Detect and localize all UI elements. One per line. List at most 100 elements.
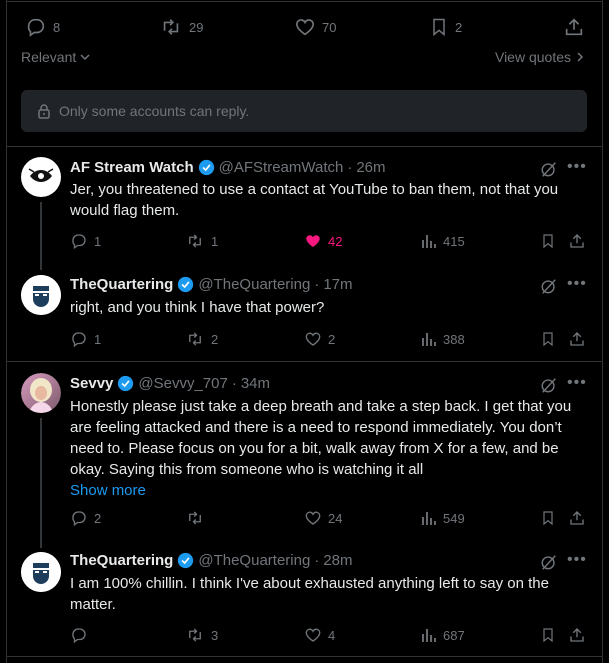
heart-icon: [304, 330, 322, 348]
timestamp[interactable]: 28m: [323, 552, 352, 569]
like-count: 2: [328, 331, 336, 347]
bookmark-icon[interactable]: [540, 232, 556, 250]
share-icon[interactable]: [568, 330, 586, 348]
tweet-line: Jer, you threatened to use a contact at …: [70, 181, 559, 198]
timestamp[interactable]: 34m: [241, 375, 270, 392]
reply-icon: [70, 626, 88, 644]
repost-icon: [159, 16, 183, 38]
views-action[interactable]: 415: [421, 232, 465, 250]
avatar[interactable]: [21, 373, 61, 413]
repost-action[interactable]: 1: [185, 232, 218, 250]
verified-badge-icon: [117, 375, 134, 392]
verified-badge-icon: [177, 276, 194, 293]
reply-restriction-banner: Only some accounts can reply.: [21, 90, 587, 132]
repost-icon: [185, 626, 205, 644]
bookmark-icon[interactable]: [540, 330, 556, 348]
share-icon[interactable]: [568, 509, 586, 527]
reply-action[interactable]: 1: [70, 330, 101, 348]
avatar[interactable]: [21, 552, 61, 592]
more-options-icon[interactable]: •••: [567, 374, 587, 392]
like-action[interactable]: 70: [294, 16, 336, 38]
repost-action[interactable]: 3: [185, 626, 218, 644]
tweet-line: Honestly please just take a deep breath …: [70, 398, 572, 415]
like-action[interactable]: 2: [304, 330, 335, 348]
tweet-header: AF Stream Watch @AFStreamWatch · 26m: [70, 159, 386, 176]
author-handle[interactable]: @AFStreamWatch: [219, 159, 344, 176]
author-name[interactable]: AF Stream Watch: [70, 159, 194, 176]
views-action[interactable]: 687: [421, 626, 465, 644]
tweet-header: TheQuartering @TheQuartering · 17m: [70, 276, 353, 293]
more-options-icon[interactable]: •••: [567, 551, 587, 569]
like-action[interactable]: 42: [304, 232, 342, 250]
avatar[interactable]: [21, 275, 61, 315]
heart-icon: [304, 626, 322, 644]
bookmark-count: 2: [455, 19, 463, 35]
grok-icon[interactable]: [540, 160, 558, 178]
repost-icon: [185, 509, 205, 527]
views-count: 549: [443, 510, 465, 526]
verified-badge-icon: [198, 159, 215, 176]
sort-dropdown[interactable]: Relevant: [21, 49, 91, 65]
separator-dot: ·: [347, 159, 353, 176]
grok-icon[interactable]: [540, 376, 558, 394]
tweet-line: would flag them.: [70, 202, 180, 219]
sort-label: Relevant: [21, 49, 77, 65]
reply-count: 8: [53, 19, 61, 35]
bookmark-icon: [429, 16, 449, 38]
grok-icon[interactable]: [540, 277, 558, 295]
tweet-line: are feeling attacked and there is a need…: [70, 419, 562, 436]
more-options-icon[interactable]: •••: [567, 275, 587, 293]
repost-count: 2: [211, 331, 219, 347]
share-icon[interactable]: [568, 626, 586, 644]
tweet-text: I am 100% chillin. I think I've about ex…: [70, 573, 590, 615]
avatar[interactable]: [21, 157, 61, 197]
share-icon[interactable]: [568, 232, 586, 250]
author-handle[interactable]: @Sevvy_707: [138, 375, 227, 392]
thread-divider: [7, 361, 602, 362]
repost-action[interactable]: 29: [159, 16, 203, 38]
tweet-text: Jer, you threatened to use a contact at …: [70, 179, 590, 221]
tweet-line: right, and you think I have that power?: [70, 299, 325, 316]
grok-icon[interactable]: [540, 553, 558, 571]
reply-action[interactable]: [70, 626, 94, 644]
repost-icon: [185, 232, 205, 250]
timestamp[interactable]: 17m: [323, 276, 352, 293]
tweet-header: TheQuartering @TheQuartering · 28m: [70, 552, 353, 569]
like-action[interactable]: 4: [304, 626, 335, 644]
author-handle[interactable]: @TheQuartering: [198, 276, 310, 293]
tweet-text: right, and you think I have that power?: [70, 297, 590, 318]
thread-line: [40, 418, 42, 548]
reply-count: 2: [94, 510, 102, 526]
repost-action[interactable]: [185, 509, 211, 527]
thread-line: [40, 202, 42, 270]
top-divider: [7, 1, 602, 2]
views-icon: [421, 232, 437, 250]
reply-action[interactable]: 2: [70, 509, 101, 527]
reply-action[interactable]: 8: [25, 16, 60, 38]
views-icon: [421, 330, 437, 348]
bookmark-action[interactable]: 2: [429, 16, 462, 38]
author-name[interactable]: TheQuartering: [70, 552, 173, 569]
repost-action[interactable]: 2: [185, 330, 218, 348]
repost-icon: [185, 330, 205, 348]
views-action[interactable]: 549: [421, 509, 465, 527]
chevron-right-icon: [575, 51, 585, 63]
author-name[interactable]: TheQuartering: [70, 276, 173, 293]
view-quotes-link[interactable]: View quotes: [495, 49, 585, 65]
author-name[interactable]: Sevvy: [70, 375, 113, 392]
author-handle[interactable]: @TheQuartering: [198, 552, 310, 569]
reply-count: 1: [94, 331, 102, 347]
lock-icon: [37, 103, 51, 119]
section-divider: [7, 146, 602, 147]
separator-dot: ·: [231, 375, 237, 392]
views-action[interactable]: 388: [421, 330, 465, 348]
like-action[interactable]: 24: [304, 509, 342, 527]
like-count: 24: [328, 510, 343, 526]
timestamp[interactable]: 26m: [356, 159, 385, 176]
bookmark-icon[interactable]: [540, 626, 556, 644]
show-more-link[interactable]: Show more: [70, 480, 595, 501]
more-options-icon[interactable]: •••: [567, 158, 587, 176]
reply-action[interactable]: 1: [70, 232, 101, 250]
bookmark-icon[interactable]: [540, 509, 556, 527]
share-icon[interactable]: [563, 16, 585, 38]
